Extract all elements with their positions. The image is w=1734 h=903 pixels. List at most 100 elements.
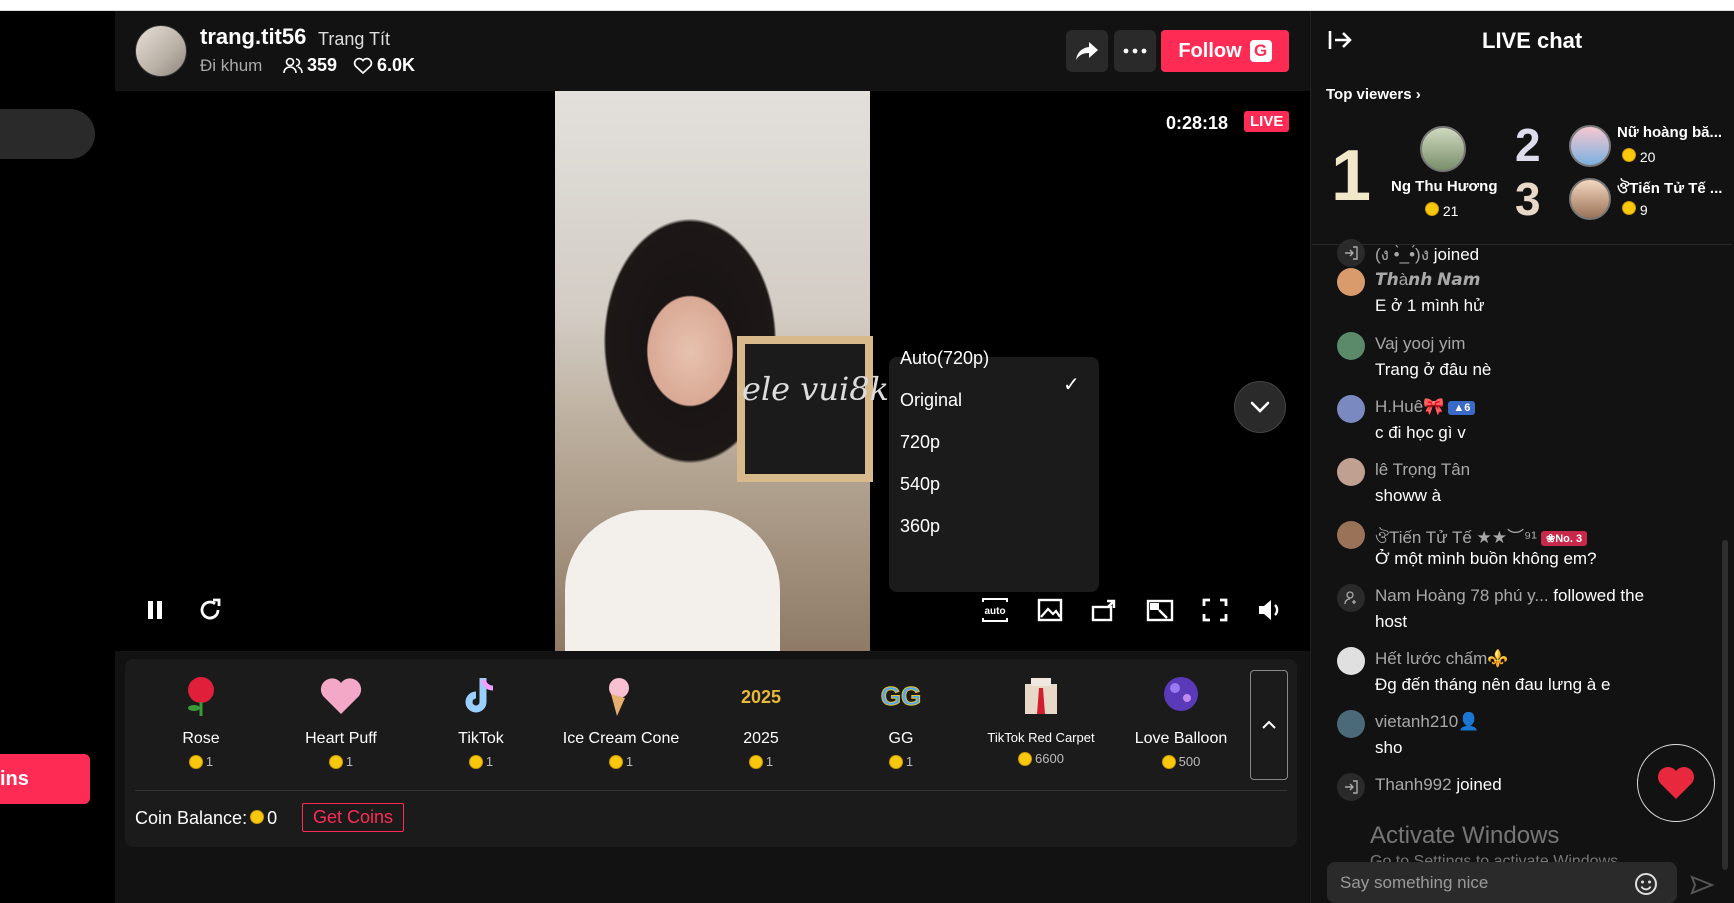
picture-in-picture-icon[interactable]	[1145, 596, 1175, 624]
more-options-button[interactable]	[1114, 30, 1156, 72]
emoji-icon[interactable]	[1634, 872, 1658, 896]
coin-icon	[1161, 754, 1176, 769]
top-viewer-name: ঔTiến Tử Tế ...	[1617, 180, 1723, 197]
heart-puff-icon	[317, 672, 365, 720]
pause-icon[interactable]	[140, 596, 170, 624]
top-viewer-avatar[interactable]	[1420, 126, 1466, 172]
chat-message-text: Đg đến tháng nên đau lưng à e	[1375, 675, 1611, 694]
exit-chat-icon[interactable]	[1327, 28, 1353, 52]
live-badge: LIVE	[1244, 111, 1290, 132]
host-avatar[interactable]	[135, 25, 187, 77]
rotate-screen-icon[interactable]	[1090, 596, 1120, 624]
chat-avatar[interactable]	[1337, 395, 1365, 423]
chat-username[interactable]: lê Trọng Tân	[1375, 460, 1470, 480]
refresh-icon[interactable]	[196, 596, 226, 624]
send-icon[interactable]	[1690, 873, 1714, 897]
gift-price: 1	[281, 754, 401, 769]
chat-avatar[interactable]	[1337, 268, 1365, 296]
top-viewer-coins: 9	[1622, 201, 1648, 218]
rank-number: 1	[1331, 136, 1372, 216]
love-balloon-icon	[1157, 672, 1205, 720]
gift-price: 1	[561, 754, 681, 769]
quality-option-360p[interactable]: 360p	[900, 516, 940, 537]
gift-gg[interactable]: GG GG 1	[841, 672, 961, 770]
top-rank-badge: ❀No. 3	[1540, 531, 1588, 547]
gift-tiktok-red-carpet[interactable]: TikTok Red Carpet 6600	[981, 672, 1101, 766]
quality-auto-icon[interactable]: auto	[980, 596, 1010, 624]
get-coins-button[interactable]: Get Coins	[302, 803, 405, 832]
viewer-count: 359	[307, 55, 338, 75]
chat-avatar[interactable]	[1337, 458, 1365, 486]
share-icon	[1076, 42, 1098, 60]
host-username[interactable]: trang.tit56	[200, 24, 306, 50]
get-coins-side-button[interactable]: ins	[0, 754, 90, 804]
gift-price: 1	[421, 754, 541, 769]
fullscreen-icon[interactable]	[1200, 596, 1230, 624]
chat-scrollbar[interactable]	[1722, 540, 1728, 870]
chat-avatar[interactable]	[1337, 332, 1365, 360]
gift-price: 1	[141, 754, 261, 769]
picture-icon[interactable]	[1035, 596, 1065, 624]
rank-number: 3	[1515, 173, 1541, 225]
coin-icon	[1622, 148, 1636, 162]
chat-input-placeholder: Say something nice	[1340, 873, 1489, 892]
heart-icon	[1658, 767, 1694, 799]
quality-option-auto[interactable]: Auto(720p)	[900, 348, 989, 369]
gift-2025[interactable]: 2025 2025 1	[701, 672, 821, 769]
2025-icon: 2025	[737, 672, 785, 720]
video-subject-shirt	[565, 510, 780, 651]
gg-icon: GG	[877, 672, 925, 720]
like-button[interactable]	[1637, 744, 1715, 822]
chat-avatar[interactable]	[1337, 710, 1365, 738]
top-viewer-name: Ng Thu Hương	[1391, 178, 1498, 195]
collapse-button[interactable]	[1234, 381, 1286, 433]
gift-name: Ice Cream Cone	[562, 730, 680, 747]
chat-username[interactable]: H.Huê🎀 ▲6	[1375, 397, 1476, 417]
gift-rose[interactable]: Rose 1	[141, 672, 261, 769]
coin-icon	[468, 754, 483, 769]
svg-text:2025: 2025	[741, 687, 781, 707]
coin-balance: Coin Balance: 0	[135, 808, 278, 828]
gift-heart-puff[interactable]: Heart Puff 1	[281, 672, 401, 769]
checkmark-icon: ✓	[1063, 374, 1080, 396]
more-dots-icon	[1123, 48, 1147, 54]
viewers-icon	[283, 57, 303, 74]
chat-avatar[interactable]	[1337, 521, 1365, 549]
left-nav-pill[interactable]	[0, 109, 95, 159]
top-viewers-link[interactable]: Top viewers ›	[1326, 86, 1421, 103]
volume-icon[interactable]	[1255, 596, 1285, 624]
coin-icon	[1425, 202, 1439, 216]
chat-title: LIVE chat	[1482, 28, 1583, 53]
chat-join-message: (ง •̀_•́)ง joined	[1375, 245, 1480, 264]
chat-username[interactable]: vietanh210👤	[1375, 712, 1479, 732]
svg-text:auto: auto	[984, 606, 1005, 617]
host-status: Đi khum	[200, 56, 263, 75]
chat-username[interactable]: Hết lước chấm⚜️	[1375, 649, 1508, 669]
heart-outline-icon	[353, 57, 373, 75]
chat-username[interactable]: Vaj yooj yim	[1375, 334, 1465, 354]
coin-icon	[328, 754, 343, 769]
chevron-right-icon: ›	[1415, 86, 1421, 103]
top-viewer-avatar[interactable]	[1569, 125, 1611, 167]
follow-button[interactable]: Follow G	[1161, 30, 1289, 72]
chat-username[interactable]: 𝙏𝙝à𝙣𝙝 𝙉𝙖𝙢	[1375, 270, 1481, 290]
red-carpet-icon	[1017, 672, 1065, 720]
chat-message-text: c đi học gì v	[1375, 423, 1466, 442]
share-button[interactable]	[1066, 30, 1108, 72]
chat-message-text: Trang ở đâu nè	[1375, 360, 1492, 379]
gift-expand-button[interactable]	[1250, 670, 1288, 780]
gift-price: 500	[1121, 754, 1241, 769]
top-viewer-coins: 20	[1622, 148, 1655, 165]
top-viewer-avatar[interactable]	[1569, 178, 1611, 220]
gift-ice-cream-cone[interactable]: Ice Cream Cone 1	[561, 672, 681, 769]
gift-love-balloon[interactable]: Love Balloon 500	[1121, 672, 1241, 769]
chalkboard-text: ele vui8k	[742, 370, 889, 408]
gift-tiktok[interactable]: TikTok 1	[421, 672, 541, 769]
chat-message-text: host	[1375, 612, 1408, 631]
browser-top-strip	[0, 0, 1734, 11]
follow-shortcut-badge: G	[1249, 40, 1272, 62]
chat-avatar[interactable]	[1337, 647, 1365, 675]
quality-option-720p[interactable]: 720p	[900, 432, 940, 453]
quality-option-540p[interactable]: 540p	[900, 474, 940, 495]
quality-option-original[interactable]: Original	[900, 390, 962, 411]
